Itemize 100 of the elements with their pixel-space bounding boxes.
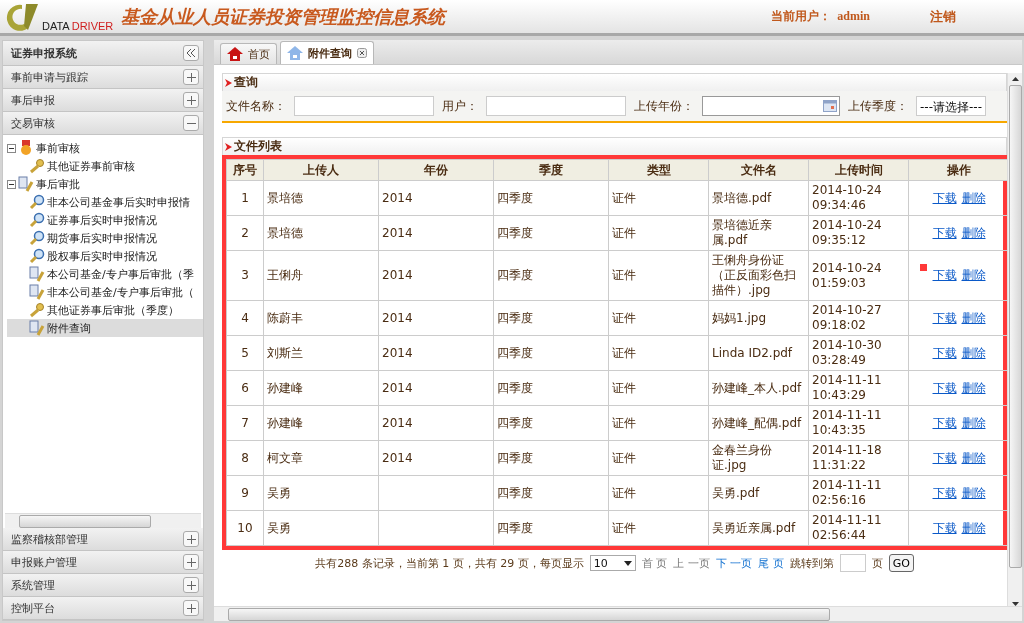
action-link[interactable]: 下载 [932,190,957,206]
document-key-icon [29,266,45,282]
system-title: 基金从业人员证券投资管理监控信息系统 [121,4,446,29]
action-link[interactable]: 删除 [961,345,986,361]
input-field[interactable] [486,96,626,116]
input-field[interactable] [294,96,434,116]
table-cell: 2014-11-11 10:43:35 [808,405,909,441]
action-link[interactable]: 删除 [961,415,986,431]
column-header: 类型 [608,159,709,181]
house-icon [287,46,303,60]
tree-item[interactable]: 本公司基金/专户事后审批（季 [7,265,203,283]
action-link[interactable]: 下载 [932,225,957,241]
tree-item[interactable]: 事前审核 [7,139,203,157]
document-key-icon [29,284,45,300]
close-icon[interactable] [357,48,367,58]
table-cell: 吴勇.pdf [708,475,809,511]
action-link[interactable]: 删除 [961,520,986,536]
page-size-select[interactable]: 10 [589,555,636,571]
table-cell: 四季度 [493,475,609,511]
logo-word: DATA [42,19,70,32]
tree-item[interactable]: 其他证券事后审批（季度） [7,301,203,319]
accordion-header[interactable]: 交易审核 [3,112,203,135]
tree-item[interactable]: 股权事后实时申报情况 [7,247,203,265]
table-cell: 2 [226,215,264,251]
page-link[interactable]: 下 一页 [715,555,753,571]
action-link[interactable]: 下载 [932,415,957,431]
table-cell: 2014 [382,190,413,205]
column-header: 上传时间 [808,159,909,181]
action-link[interactable]: 下载 [932,380,957,396]
magnifier-icon [29,212,45,228]
action-link[interactable]: 删除 [961,380,986,396]
action-link[interactable]: 下载 [932,520,957,536]
dropdown-caret-icon [623,560,632,566]
action-link[interactable]: 删除 [961,450,986,466]
tree-item[interactable]: 非本公司基金/专户事后审批（ [7,283,203,301]
accordion-header[interactable]: 申报账户管理 [3,551,203,574]
page-link[interactable]: 尾 页 [758,555,784,571]
action-link[interactable]: 下载 [932,310,957,326]
action-link[interactable]: 下载 [932,268,957,283]
logout-link[interactable]: 注销 [930,7,956,26]
tree-item[interactable]: 其他证券事前审核 [7,157,203,175]
table-cell: 2014 [382,380,413,395]
field-label: 上传季度： [848,97,908,115]
action-link[interactable]: 删除 [961,268,986,283]
accordion-header[interactable]: 控制平台 [3,597,203,620]
accordion-header[interactable]: 事前申请与跟踪 [3,66,203,89]
table-cell: 10 [226,510,264,546]
table-cell: 2014-11-18 11:31:22 [808,440,909,476]
column-header: 文件名 [708,159,809,181]
select-field[interactable]: ---请选择--- [916,96,986,116]
go-button[interactable]: GO [888,554,914,572]
table-cell: 吴勇近亲属.pdf [708,510,809,546]
action-link[interactable]: 删除 [961,310,986,326]
table-cell: 2014-10-30 03:28:49 [808,335,909,371]
tree-item[interactable]: 证券事后实时申报情况 [7,211,203,229]
magnifier-icon [29,230,45,246]
date-field[interactable] [702,96,840,116]
table-cell: 3 [226,250,264,301]
field-label: 用户： [442,97,478,115]
vertical-scrollbar[interactable] [1007,73,1022,606]
tree-item[interactable]: 事后审批 [7,175,203,193]
tree-item[interactable]: 附件查询 [7,319,203,337]
table-cell: 景培德近亲属.pdf [708,215,809,251]
table-cell: 吴勇 [263,510,379,546]
field-label: 上传年份： [634,97,694,115]
table-cell: 9 [226,475,264,511]
page-input[interactable] [839,554,866,572]
field-label: 文件名称： [226,97,286,115]
table-cell: 2014-11-11 02:56:16 [808,475,909,511]
table-cell: 柯文章 [263,440,379,476]
table-cell: 孙建峰 [263,405,379,441]
action-link[interactable]: 下载 [932,345,957,361]
collapse-button[interactable] [183,45,199,61]
table-cell: 证件 [608,180,709,216]
accordion-header[interactable]: 监察稽核部管理 [3,528,203,551]
medal-icon [18,140,34,156]
horizontal-scrollbar[interactable] [5,513,201,528]
tab[interactable]: 首页 [220,43,277,64]
table-cell: 2014-11-11 10:43:29 [808,370,909,406]
key-icon [29,158,45,174]
table-cell: 金春兰身份证.jpg [708,440,809,476]
accordion-header[interactable]: 系统管理 [3,574,203,597]
tree-item[interactable]: 非本公司基金事后实时申报情 [7,193,203,211]
table-cell: 7 [226,405,264,441]
calendar-icon [823,100,837,112]
table-cell: 2014-11-11 02:56:44 [808,510,909,546]
action-link[interactable]: 删除 [961,190,986,206]
table-cell: 2014 [382,268,413,282]
jump-label: 跳转到第 [789,555,834,571]
magnifier-icon [29,248,45,264]
action-link[interactable]: 下载 [932,485,957,501]
action-link[interactable]: 下载 [932,450,957,466]
scroll-up-icon[interactable] [1011,77,1019,81]
tab[interactable]: 附件查询 [280,41,374,64]
column-header: 操作 [908,159,1010,181]
horizontal-scrollbar[interactable] [214,606,1022,621]
accordion-header[interactable]: 事后申报 [3,89,203,112]
action-link[interactable]: 删除 [961,225,986,241]
tree-item[interactable]: 期货事后实时申报情况 [7,229,203,247]
action-link[interactable]: 删除 [961,485,986,501]
